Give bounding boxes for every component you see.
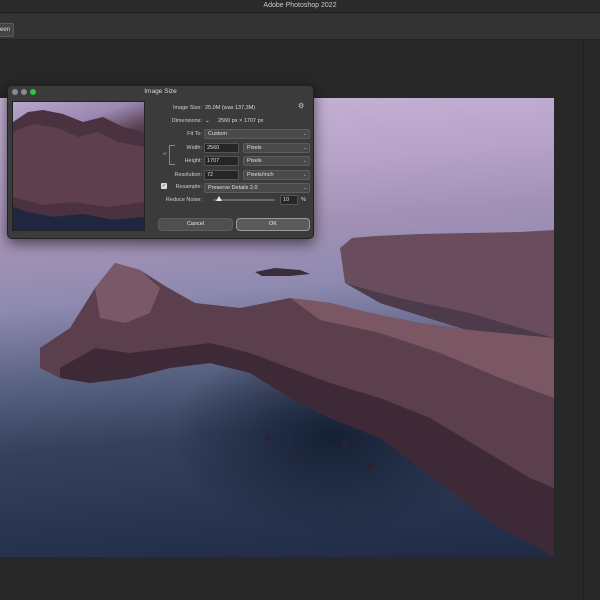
reduce-noise-label: Reduce Noise: (165, 197, 202, 203)
chevron-down-icon: ⌄ (302, 185, 307, 191)
resolution-unit: Pixels/Inch (247, 172, 274, 178)
width-label: Width: (186, 145, 202, 151)
resample-select[interactable]: Preserve Details 2.0 ⌄ (204, 183, 310, 193)
dimensions-label: Dimensions: (171, 118, 202, 124)
reduce-noise-slider[interactable] (213, 196, 275, 201)
app-title-bar: Adobe Photoshop 2022 (0, 0, 600, 13)
gear-icon[interactable]: ⚙ (298, 102, 304, 110)
reduce-noise-input[interactable]: 10 (280, 195, 298, 205)
resolution-input[interactable]: 72 (204, 170, 239, 180)
resolution-unit-select[interactable]: Pixels/Inch ⌄ (243, 170, 310, 180)
height-label: Height: (184, 158, 202, 164)
image-preview[interactable] (12, 101, 145, 231)
preview-image (13, 110, 144, 230)
chevron-down-icon: ⌄ (302, 172, 307, 178)
fit-to-value: Custom (208, 131, 227, 137)
dimensions-chevron-icon[interactable]: ⌄ (205, 118, 210, 124)
chevron-down-icon: ⌄ (302, 131, 307, 137)
workspace-divider (583, 40, 584, 600)
resample-value: Preserve Details 2.0 (208, 185, 258, 191)
width-input[interactable]: 2560 (204, 143, 239, 153)
resolution-label: Resolution: (174, 172, 202, 178)
options-bar: een (0, 13, 600, 40)
fit-to-select[interactable]: Custom ⌄ (204, 129, 310, 139)
chevron-down-icon: ⌄ (302, 158, 307, 164)
width-unit-select[interactable]: Pixels ⌄ (243, 143, 310, 153)
resample-label: Resample: (175, 184, 202, 190)
ok-button[interactable]: OK (236, 218, 310, 231)
height-unit-select[interactable]: Pixels ⌄ (243, 156, 310, 166)
reduce-noise-unit: % (301, 197, 306, 203)
height-unit: Pixels (247, 158, 262, 164)
cancel-button[interactable]: Cancel (158, 218, 233, 231)
image-size-value: 25,0M (was 137,3M) (205, 105, 256, 111)
chevron-down-icon: ⌄ (302, 145, 307, 151)
fit-to-label: Fit To: (187, 131, 202, 137)
reduce-noise-slider-thumb[interactable] (216, 196, 223, 201)
dimensions-value: 2560 px × 1707 px (218, 118, 264, 124)
chain-link-icon[interactable]: ∞ (163, 151, 167, 157)
dialog-title: Image Size (144, 88, 177, 95)
image-size-label: Image Size: (172, 105, 202, 111)
height-input[interactable]: 1707 (204, 156, 239, 166)
app-title: Adobe Photoshop 2022 (263, 2, 337, 9)
image-size-dialog: Image Size ⚙ Image Size: 25,0M (was 137,… (7, 85, 314, 239)
width-unit: Pixels (247, 145, 262, 151)
options-bar-button[interactable]: een (0, 23, 15, 37)
